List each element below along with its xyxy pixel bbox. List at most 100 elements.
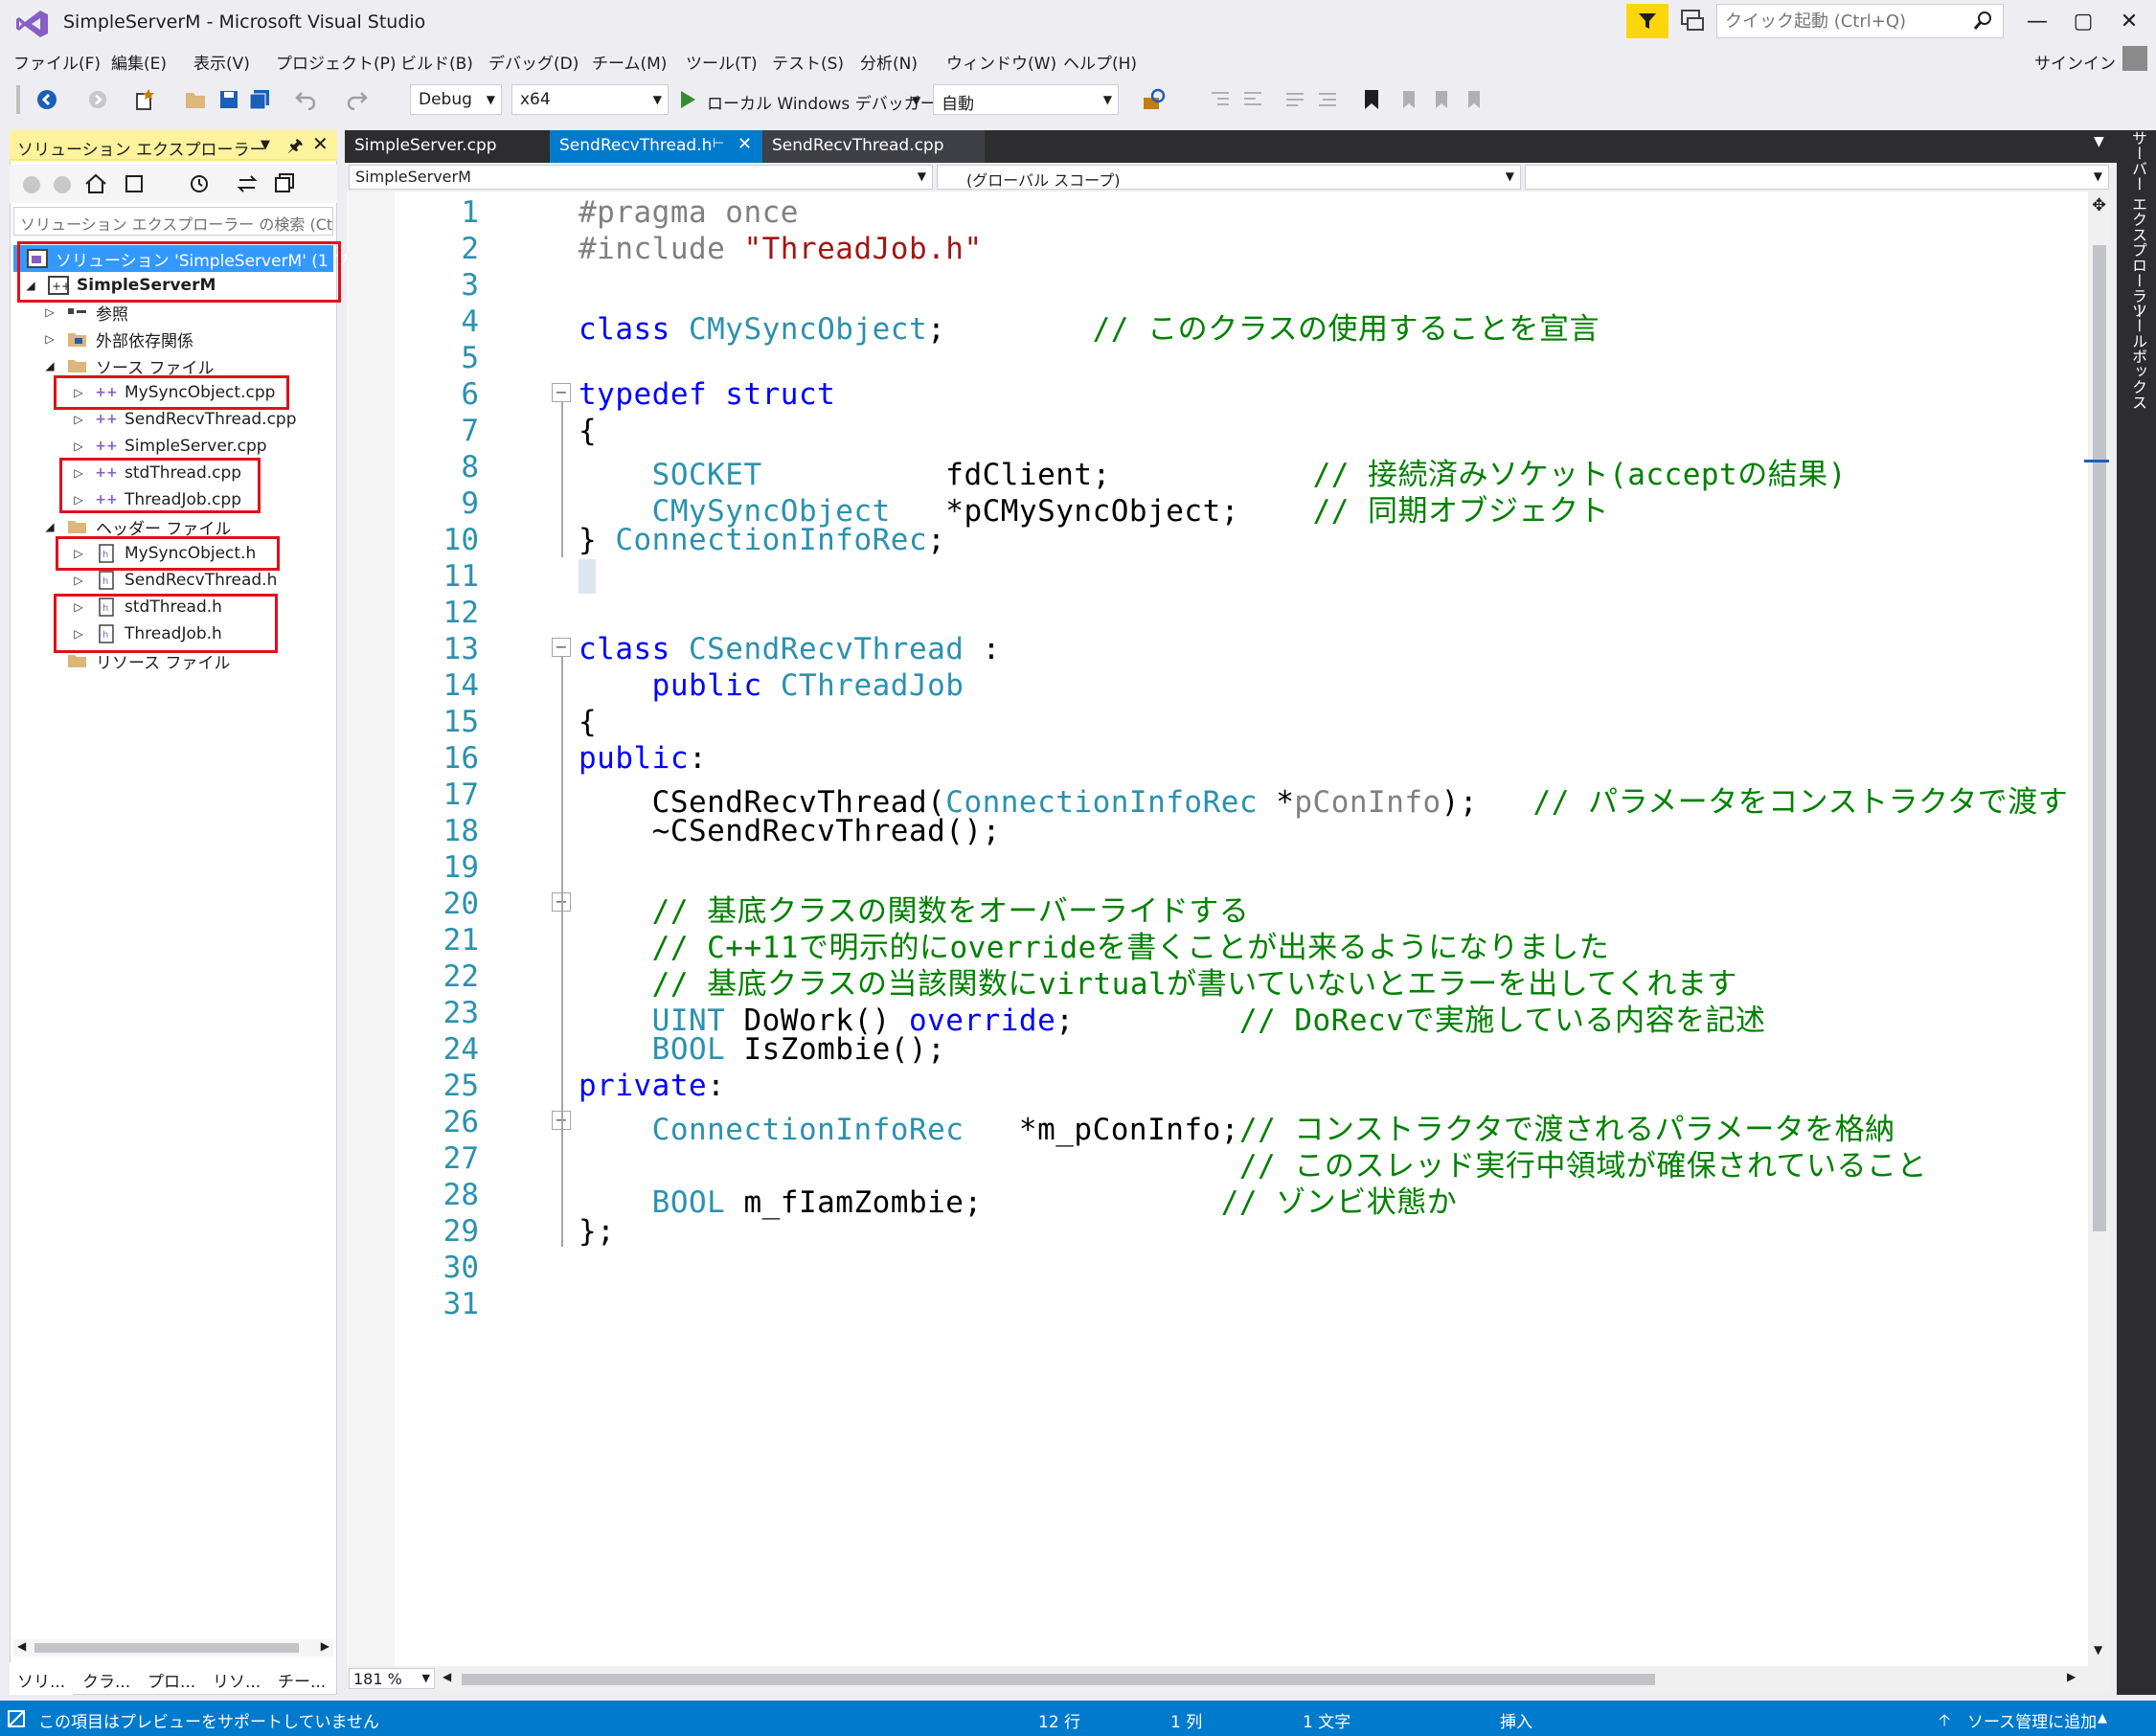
- home-icon[interactable]: [84, 172, 107, 195]
- start-debugger-button[interactable]: ローカル Windows デバッガー: [707, 90, 937, 114]
- indicator-margin[interactable]: [347, 192, 395, 1666]
- start-debug-icon[interactable]: [676, 84, 699, 115]
- editor-vscroll[interactable]: ✥ ▼: [2084, 192, 2111, 1666]
- collapse-all-icon[interactable]: [274, 172, 297, 195]
- chevron-down-icon[interactable]: ▼: [2094, 1643, 2102, 1657]
- menu-test[interactable]: テスト(S): [772, 50, 844, 74]
- open-folder-icon[interactable]: [182, 84, 211, 115]
- clear-bookmarks-icon[interactable]: [1460, 84, 1487, 115]
- scope-nav-select[interactable]: (グローバル スコープ) ▼: [937, 165, 1521, 190]
- auto-select[interactable]: 自動 ▼: [933, 84, 1119, 115]
- code-line[interactable]: #pragma once: [579, 195, 799, 230]
- code-line[interactable]: };: [579, 1214, 615, 1249]
- new-project-icon[interactable]: [130, 84, 159, 115]
- collapsed-arrow-icon[interactable]: ▷: [71, 440, 86, 453]
- menu-tools[interactable]: ツール(T): [686, 50, 758, 74]
- redo-icon[interactable]: [343, 84, 372, 115]
- expanded-arrow-icon[interactable]: ◢: [42, 359, 57, 372]
- back-arrow-icon[interactable]: [21, 174, 42, 195]
- pin-icon[interactable]: ⊢: [713, 136, 724, 151]
- pending-changes-icon[interactable]: [123, 172, 146, 195]
- collapsed-arrow-icon[interactable]: ▷: [42, 332, 57, 346]
- indent-icon[interactable]: [1239, 84, 1266, 115]
- solution-explorer-hscroll[interactable]: ◀ ▶: [13, 1639, 333, 1657]
- chevron-up-icon[interactable]: ▲: [2098, 1711, 2107, 1725]
- source-control-button[interactable]: ソース管理に追加: [1967, 1708, 2097, 1732]
- collapsed-arrow-icon[interactable]: ▷: [71, 574, 86, 587]
- code-line[interactable]: public CThreadJob: [579, 668, 964, 703]
- close-icon[interactable]: ✕: [312, 132, 329, 155]
- code-line[interactable]: BOOL IsZombie();: [579, 1032, 945, 1067]
- chevron-down-icon[interactable]: ▼: [912, 94, 920, 107]
- collapsed-arrow-icon[interactable]: ▷: [42, 305, 57, 319]
- member-nav-select[interactable]: ▼: [1525, 165, 2109, 190]
- solution-platform-select[interactable]: x64 ▼: [511, 84, 669, 115]
- code-line[interactable]: class CMySyncObject; // このクラスの使用することを宣言: [579, 304, 1600, 348]
- quick-launch-input[interactable]: [1717, 5, 1957, 37]
- tab-sendrecvthread-h[interactable]: SendRecvThread.h ⊢ ✕: [550, 130, 762, 163]
- account-icon[interactable]: [2122, 46, 2147, 71]
- chevron-right-icon[interactable]: ▶: [2067, 1670, 2076, 1683]
- tab-resource-view[interactable]: リソ...: [205, 1662, 268, 1695]
- code-line[interactable]: {: [579, 705, 597, 739]
- undo-icon[interactable]: [291, 84, 320, 115]
- history-icon[interactable]: [188, 172, 211, 195]
- project-nav-select[interactable]: SimpleServerM ▼: [349, 165, 933, 190]
- tab-solution-explorer[interactable]: ソリ...: [10, 1662, 74, 1695]
- code-line[interactable]: BOOL m_fIamZombie; // ゾンビ状態か: [579, 1178, 1457, 1221]
- tab-property-manager[interactable]: プロ...: [140, 1662, 203, 1695]
- code-line[interactable]: typedef struct: [579, 377, 835, 412]
- fold-collapse-icon[interactable]: −: [552, 638, 571, 657]
- close-tab-icon[interactable]: ✕: [738, 134, 752, 154]
- code-line[interactable]: class CSendRecvThread :: [579, 632, 1001, 666]
- sync-icon[interactable]: [236, 172, 259, 195]
- menu-build[interactable]: ビルド(B): [400, 50, 473, 74]
- split-icon[interactable]: ✥: [2092, 195, 2106, 215]
- tree-file-sendrecvthread-h[interactable]: ▷ h SendRecvThread.h: [71, 567, 277, 594]
- solution-config-select[interactable]: Debug ▼: [410, 84, 502, 115]
- back-arrow-icon[interactable]: [33, 84, 61, 115]
- feedback-filter-icon[interactable]: [1626, 4, 1668, 38]
- toolbox-tab[interactable]: ツールボックス: [2126, 303, 2149, 410]
- menu-analyze[interactable]: 分析(N): [860, 50, 918, 74]
- scroll-thumb[interactable]: [2093, 245, 2106, 1231]
- menu-team[interactable]: チーム(M): [592, 50, 667, 74]
- code-line[interactable]: ~CSendRecvThread();: [579, 814, 1001, 848]
- minimize-button[interactable]: —: [2015, 4, 2059, 38]
- notification-icon[interactable]: [1678, 8, 1707, 34]
- chevron-left-icon[interactable]: ◀: [17, 1639, 26, 1653]
- hscroll-thumb[interactable]: [462, 1674, 1655, 1685]
- menu-help[interactable]: ヘルプ(H): [1063, 50, 1137, 74]
- outdent-icon[interactable]: [1207, 84, 1234, 115]
- solution-explorer-search[interactable]: ソリューション エクスプローラー の検索 (Ct: [13, 207, 333, 236]
- collapsed-arrow-icon[interactable]: ▷: [71, 413, 86, 426]
- tab-team-explorer[interactable]: チー...: [270, 1662, 333, 1695]
- code-line[interactable]: {: [579, 414, 597, 448]
- forward-arrow-icon[interactable]: [86, 84, 109, 115]
- server-explorer-tab[interactable]: サーバー エクスプローラー: [2126, 130, 2149, 319]
- menu-edit[interactable]: 編集(E): [111, 50, 167, 74]
- tab-sendrecvthread-cpp[interactable]: SendRecvThread.cpp: [762, 130, 985, 163]
- close-button[interactable]: ✕: [2107, 4, 2151, 38]
- tree-file-sendrecvthread-cpp[interactable]: ▷ ++ SendRecvThread.cpp: [71, 406, 296, 433]
- menu-debug[interactable]: デバッグ(D): [488, 50, 579, 74]
- tree-external-deps[interactable]: ▷ 外部依存関係: [42, 326, 193, 352]
- code-line[interactable]: #include "ThreadJob.h": [579, 232, 983, 266]
- maximize-button[interactable]: ▢: [2061, 4, 2105, 38]
- fold-collapse-icon[interactable]: −: [552, 383, 571, 402]
- chevron-right-icon[interactable]: ▶: [321, 1639, 329, 1653]
- chevron-left-icon[interactable]: ◀: [443, 1670, 451, 1683]
- find-icon[interactable]: [1140, 84, 1169, 115]
- code-line[interactable]: public:: [579, 741, 707, 776]
- quick-launch-box[interactable]: [1716, 4, 2004, 38]
- save-all-icon[interactable]: [247, 84, 274, 115]
- zoom-select[interactable]: 181 % ▼: [349, 1668, 435, 1689]
- menu-project[interactable]: プロジェクト(P): [276, 50, 397, 74]
- tree-references[interactable]: ▷ 参照: [42, 299, 128, 326]
- prev-bookmark-icon[interactable]: [1395, 84, 1421, 115]
- bookmark-icon[interactable]: [1358, 84, 1385, 115]
- tab-simpleserver-cpp[interactable]: SimpleServer.cpp: [345, 130, 550, 163]
- uncomment-icon[interactable]: [1314, 84, 1341, 115]
- menu-window[interactable]: ウィンドウ(W): [946, 50, 1056, 74]
- code-line[interactable]: private:: [579, 1069, 725, 1103]
